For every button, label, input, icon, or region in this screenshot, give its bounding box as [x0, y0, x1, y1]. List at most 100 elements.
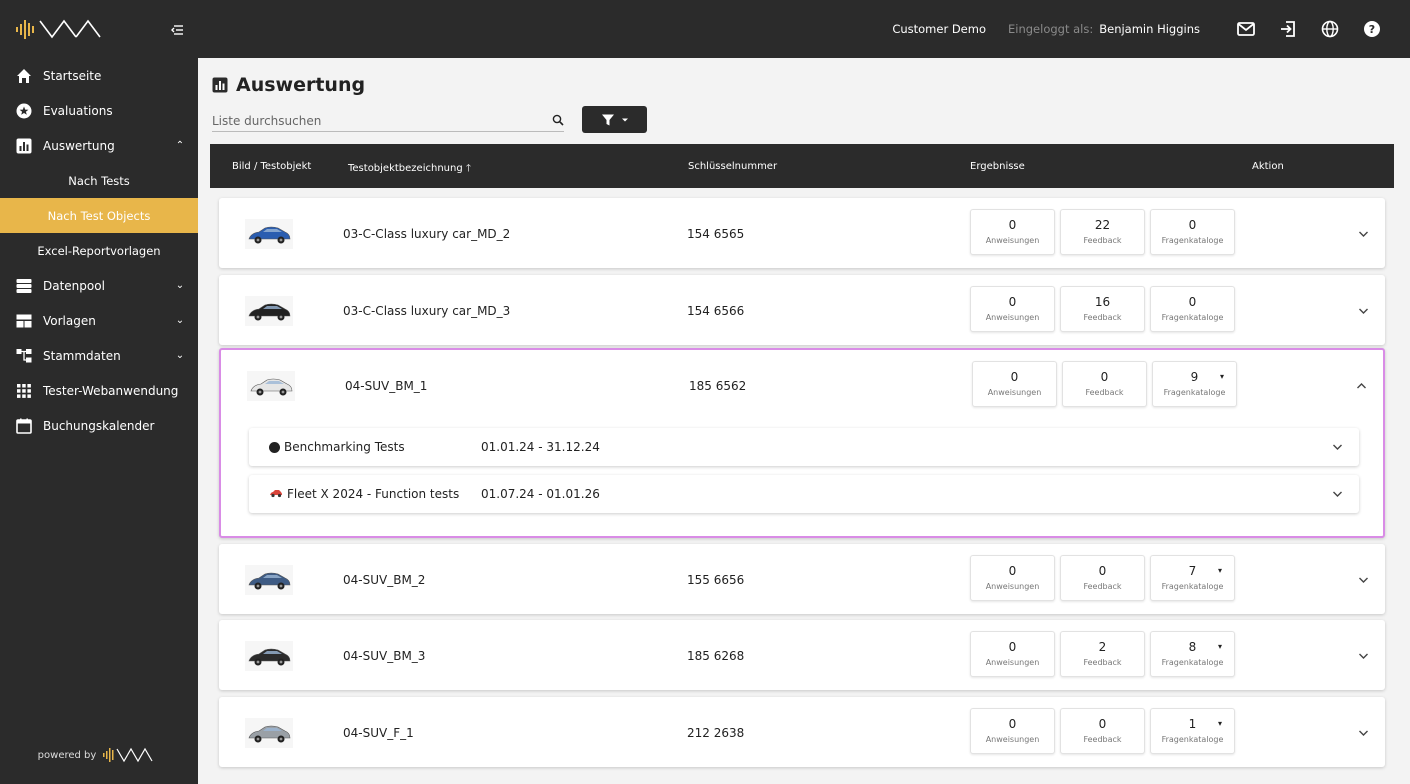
metric-label: Feedback	[1083, 735, 1122, 744]
metric-label: Feedback	[1083, 658, 1122, 667]
metric-fragenkataloge[interactable]: 0 Fragenkataloge	[1150, 209, 1235, 255]
brand-logo-small	[103, 747, 153, 763]
caret-down-icon[interactable]: ▾	[1220, 372, 1224, 381]
car-icon	[269, 487, 283, 501]
brand-logo[interactable]	[14, 17, 124, 41]
metric-label: Fragenkataloge	[1161, 658, 1224, 667]
filter-button[interactable]	[582, 106, 647, 133]
metric-feedback[interactable]: 2 Feedback	[1060, 631, 1145, 677]
metric-value: 22	[1094, 218, 1111, 232]
metric-label: Feedback	[1083, 313, 1122, 322]
chevron-down-icon[interactable]	[1358, 304, 1369, 318]
sidebar-item-label: Startseite	[43, 68, 102, 83]
metric-fragenkataloge[interactable]: 0 Fragenkataloge	[1150, 286, 1235, 332]
globe-icon[interactable]	[1320, 19, 1340, 39]
header-bezeichnung-label: Testobjektbezeichnung	[348, 163, 463, 174]
chevron-down-icon[interactable]	[1358, 573, 1369, 587]
test-object-name: 04-SUV_BM_1	[345, 379, 428, 393]
metric-label: Anweisungen	[985, 236, 1040, 245]
home-icon	[15, 67, 33, 85]
logged-in-label: Eingeloggt als:	[1008, 22, 1094, 36]
search-bar	[212, 110, 564, 132]
metric-value: 0	[1188, 218, 1197, 232]
metric-fragenkataloge[interactable]: 1 Fragenkataloge ▾	[1150, 708, 1235, 754]
table-row[interactable]: 04-SUV_BM_1 185 6562 0 Anweisungen 0 Feedback…	[219, 348, 1385, 538]
sidebar-item-label: Datenpool	[43, 278, 105, 293]
sidebar-subitem-nach-test-objects[interactable]: Nach Test Objects	[0, 198, 198, 233]
mail-icon[interactable]	[1236, 19, 1256, 39]
sidebar-item-auswertung[interactable]: Auswertung ⌃	[0, 128, 198, 163]
chevron-down-icon[interactable]	[1358, 726, 1369, 740]
metric-label: Fragenkataloge	[1161, 735, 1224, 744]
circle-icon	[269, 441, 280, 453]
caret-down-icon[interactable]: ▾	[1218, 642, 1222, 651]
table-row[interactable]: 04-SUV_BM_2 155 6656 0 Anweisungen 0 Feedback…	[219, 544, 1385, 614]
chevron-down-icon[interactable]	[1358, 227, 1369, 241]
sidebar-item-tester-webanwendung[interactable]: Tester-Webanwendung	[0, 373, 198, 408]
sidebar-item-buchungskalender[interactable]: Buchungskalender	[0, 408, 198, 443]
metric-feedback[interactable]: 0 Feedback	[1060, 555, 1145, 601]
metric-anweisungen[interactable]: 0 Anweisungen	[970, 708, 1055, 754]
metric-label: Anweisungen	[985, 735, 1040, 744]
customer-name[interactable]: Customer Demo	[892, 22, 986, 36]
powered-by: powered by	[0, 746, 198, 764]
chevron-down-icon[interactable]	[1332, 440, 1343, 454]
key-number: 185 6268	[687, 649, 745, 663]
table-row[interactable]: 04-SUV_BM_3 185 6268 0 Anweisungen 2 Feedback…	[219, 620, 1385, 690]
table-row[interactable]: 03-C-Class luxury car_MD_3 154 6566 0 Anwei…	[219, 275, 1385, 345]
sidebar-subitem-excel-reportvorlagen[interactable]: Excel-Reportvorlagen	[0, 233, 198, 268]
search-icon[interactable]	[552, 111, 564, 130]
metric-label: Fragenkataloge	[1161, 313, 1224, 322]
metric-value: 0	[1008, 640, 1017, 654]
metric-feedback[interactable]: 0 Feedback	[1060, 708, 1145, 754]
logout-icon[interactable]	[1278, 19, 1298, 39]
metric-anweisungen[interactable]: 0 Anweisungen	[970, 555, 1055, 601]
metric-fragenkataloge[interactable]: 8 Fragenkataloge ▾	[1150, 631, 1235, 677]
caret-down-icon[interactable]: ▾	[1218, 566, 1222, 575]
search-input[interactable]	[212, 113, 532, 128]
sub-row[interactable]: Fleet X 2024 - Function tests 01.07.24 - …	[249, 475, 1359, 513]
menu-collapse-icon[interactable]	[170, 22, 184, 36]
metric-feedback[interactable]: 0 Feedback	[1062, 361, 1147, 407]
chevron-down-icon[interactable]	[1332, 487, 1343, 501]
metric-value: 0	[1008, 218, 1017, 232]
header-ergebnisse: Ergebnisse	[970, 161, 1025, 172]
chevron-down-icon[interactable]	[1358, 649, 1369, 663]
metric-label: Anweisungen	[987, 388, 1042, 397]
metric-value: 2	[1098, 640, 1107, 654]
metric-feedback[interactable]: 16 Feedback	[1060, 286, 1145, 332]
sidebar-item-label: Vorlagen	[43, 313, 96, 328]
metric-anweisungen[interactable]: 0 Anweisungen	[970, 209, 1055, 255]
metric-anweisungen[interactable]: 0 Anweisungen	[972, 361, 1057, 407]
sidebar-item-evaluations[interactable]: Evaluations	[0, 93, 198, 128]
sidebar-item-startseite[interactable]: Startseite	[0, 58, 198, 93]
metric-value: 0	[1010, 370, 1019, 384]
metric-feedback[interactable]: 22 Feedback	[1060, 209, 1145, 255]
header-bezeichnung[interactable]: Testobjektbezeichnung 🡑	[348, 161, 471, 178]
page-title-text: Auswertung	[236, 74, 366, 96]
help-icon[interactable]: ?	[1362, 19, 1382, 39]
test-object-image	[245, 718, 293, 748]
sidebar-item-datenpool[interactable]: Datenpool ⌄	[0, 268, 198, 303]
metric-fragenkataloge[interactable]: 9 Fragenkataloge ▾	[1152, 361, 1237, 407]
header-bild[interactable]: Bild / Testobjekt	[232, 161, 311, 172]
sidebar-item-vorlagen[interactable]: Vorlagen ⌄	[0, 303, 198, 338]
page-title: Auswertung	[212, 74, 365, 96]
metric-anweisungen[interactable]: 0 Anweisungen	[970, 286, 1055, 332]
table-header: Bild / Testobjekt Testobjektbezeichnung …	[210, 144, 1394, 188]
table-row[interactable]: 03-C-Class luxury car_MD_2 154 6565 0 Anwei…	[219, 198, 1385, 268]
table-row[interactable]: 04-SUV_F_1 212 2638 0 Anweisungen 0 Feedback 1…	[219, 697, 1385, 767]
sidebar-subitem-nach-tests[interactable]: Nach Tests	[0, 163, 198, 198]
chevron-up-icon[interactable]	[1356, 379, 1367, 393]
test-object-name: 04-SUV_BM_2	[343, 573, 426, 587]
caret-down-icon[interactable]: ▾	[1218, 719, 1222, 728]
sub-row[interactable]: Benchmarking Tests 01.01.24 - 31.12.24	[249, 428, 1359, 466]
sub-row-title-text: Benchmarking Tests	[284, 440, 405, 454]
header-schluesselnummer[interactable]: Schlüsselnummer	[688, 161, 777, 172]
metric-anweisungen[interactable]: 0 Anweisungen	[970, 631, 1055, 677]
metric-value: 0	[1008, 717, 1017, 731]
metric-value: 0	[1100, 370, 1109, 384]
metric-fragenkataloge[interactable]: 7 Fragenkataloge ▾	[1150, 555, 1235, 601]
key-number: 154 6565	[687, 227, 745, 241]
sidebar-item-stammdaten[interactable]: Stammdaten ⌄	[0, 338, 198, 373]
